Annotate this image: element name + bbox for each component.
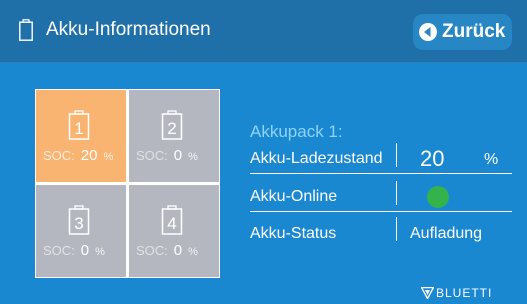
battery-3-soc: SOC: 0% (43, 242, 105, 259)
battery-cell-3[interactable]: 3 SOC: 0% (36, 185, 126, 277)
battery-1-soc: SOC: 20% (43, 147, 114, 164)
battery-cell-1[interactable]: 1 SOC: 20% (36, 90, 126, 182)
divider (396, 143, 397, 167)
divider (396, 217, 397, 241)
battery-info-screen: Akku-Informationen Zurück 1 SOC: 20% 2 S… (0, 0, 527, 304)
battery-4-icon: 4 (161, 205, 183, 235)
online-label: Akku-Online (250, 188, 338, 205)
battery-cell-4[interactable]: 4 SOC: 0% (129, 185, 219, 277)
battery-4-soc: SOC: 0% (136, 242, 198, 259)
divider (396, 181, 397, 205)
soc-unit: % (484, 151, 499, 168)
bluetti-logo-icon (421, 287, 434, 299)
battery-grid: 1 SOC: 20% 2 SOC: 0% 3 SOC: 0% 4 SOC: 0 … (35, 89, 220, 278)
battery-cell-2[interactable]: 2 SOC: 0% (129, 90, 219, 182)
battery-3-icon: 3 (68, 205, 90, 235)
soc-value: 20 (420, 146, 445, 171)
svg-text:1: 1 (74, 119, 83, 138)
battery-2-icon: 2 (161, 110, 183, 140)
battery-1-icon: 1 (68, 110, 90, 140)
divider (250, 211, 512, 212)
back-button[interactable]: Zurück (413, 14, 512, 50)
brand-name: BLUETTI (436, 286, 493, 300)
back-arrow-icon (419, 23, 437, 41)
pack-title: Akkupack 1: (250, 122, 343, 141)
divider (250, 173, 512, 174)
svg-text:2: 2 (167, 119, 176, 138)
svg-text:4: 4 (167, 214, 176, 233)
svg-text:3: 3 (74, 214, 83, 233)
header-bar: Akku-Informationen Zurück (0, 0, 527, 63)
battery-icon (19, 19, 33, 41)
status-value: Aufladung (410, 225, 483, 242)
status-label: Akku-Status (250, 225, 337, 242)
online-indicator (427, 186, 449, 208)
page-title: Akku-Informationen (46, 19, 211, 40)
battery-2-soc: SOC: 0% (136, 147, 198, 164)
soc-label: Akku-Ladezustand (250, 150, 383, 167)
back-button-label: Zurück (442, 21, 506, 42)
